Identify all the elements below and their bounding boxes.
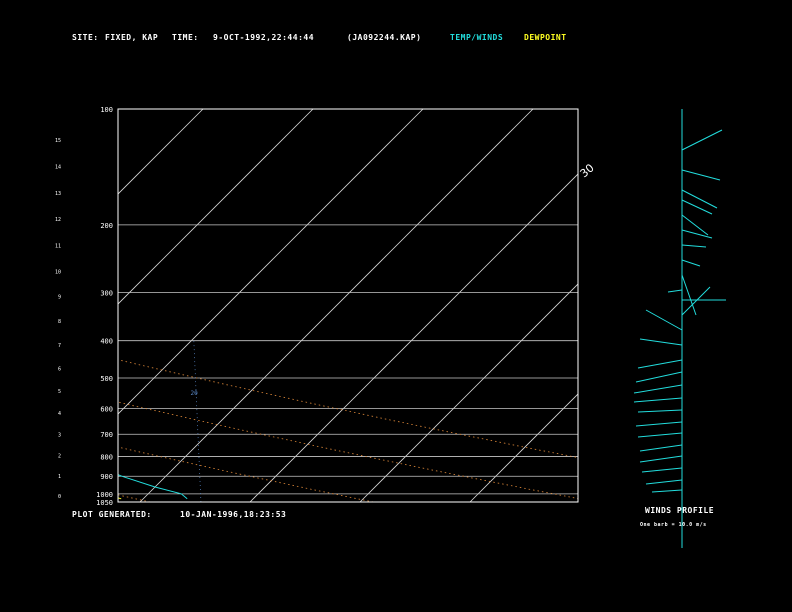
wind-barb bbox=[635, 421, 683, 427]
height-tick-label: 9 bbox=[58, 295, 61, 301]
isotherm-line bbox=[118, 109, 424, 415]
dry-adiabat-line bbox=[118, 401, 578, 499]
wind-barb bbox=[639, 455, 683, 463]
plot-frame bbox=[117, 108, 579, 503]
pressure-tick-label: 500 bbox=[100, 375, 113, 383]
wind-barb bbox=[637, 432, 683, 438]
height-tick-label: 15 bbox=[55, 138, 61, 144]
dry-adiabat-line bbox=[118, 359, 578, 458]
wind-barb bbox=[639, 444, 683, 452]
height-tick-label: 8 bbox=[58, 319, 61, 325]
file-name: (JA092244.KAP) bbox=[347, 33, 422, 42]
wind-barb bbox=[639, 338, 683, 346]
wind-barb bbox=[681, 199, 713, 215]
winds-profile-note: One barb = 10.0 m/s bbox=[640, 522, 707, 528]
wind-barb bbox=[637, 409, 683, 413]
pressure-tick-label: 400 bbox=[100, 338, 113, 346]
wind-barb bbox=[681, 169, 721, 181]
pressure-tick-label: 900 bbox=[100, 473, 113, 481]
height-tick-label: 14 bbox=[55, 164, 61, 170]
moist-adiabat-line bbox=[0, 262, 65, 502]
wind-barb bbox=[667, 289, 683, 293]
isotherm-line bbox=[0, 109, 93, 502]
isotherm-line bbox=[580, 109, 792, 502]
pressure-tick-label: 600 bbox=[100, 405, 113, 413]
isotherm-line bbox=[118, 109, 204, 195]
height-tick-label: 0 bbox=[58, 494, 61, 500]
isotherm-line bbox=[118, 109, 314, 305]
pressure-tick-label: 800 bbox=[100, 454, 113, 462]
height-tick-label: 2 bbox=[58, 453, 61, 459]
height-tick-label: 13 bbox=[55, 191, 61, 197]
wind-barb bbox=[637, 359, 683, 369]
plot-area bbox=[0, 109, 792, 502]
height-tick-label: 4 bbox=[58, 411, 61, 417]
legend-temp-winds: TEMP/WINDS bbox=[450, 33, 504, 42]
pressure-tick-label: 200 bbox=[100, 222, 113, 230]
moist-adiabat-line bbox=[0, 262, 10, 502]
height-tick-label: 11 bbox=[55, 244, 61, 250]
wind-barb bbox=[681, 286, 711, 316]
plot-generated-value: 10-JAN-1996,18:23:53 bbox=[180, 510, 287, 519]
time-value: 9-OCT-1992,22:44:44 bbox=[213, 33, 315, 42]
height-tick-label: 6 bbox=[58, 366, 61, 372]
height-tick-label: 1 bbox=[58, 474, 61, 480]
height-tick-label: 3 bbox=[58, 432, 61, 438]
wind-barb bbox=[641, 467, 683, 473]
pressure-tick-label: 1000 bbox=[96, 491, 113, 499]
wind-barb bbox=[635, 371, 683, 383]
isotherm-line bbox=[139, 109, 534, 502]
mixing-ratio-label: 20 bbox=[190, 390, 198, 397]
pressure-tick-label: 1050 bbox=[96, 499, 113, 507]
wind-barb bbox=[681, 214, 709, 236]
site-label: SITE: bbox=[72, 33, 99, 42]
plot-generated-label: PLOT GENERATED: bbox=[72, 510, 152, 519]
wind-barb bbox=[633, 397, 683, 403]
wind-barb bbox=[651, 489, 683, 493]
wind-barb bbox=[645, 479, 683, 485]
mixing-ratio-line bbox=[81, 341, 87, 502]
height-tick-label: 5 bbox=[58, 389, 61, 395]
site-value: FIXED, KAP bbox=[105, 33, 159, 42]
isotherm-line bbox=[469, 393, 578, 502]
wind-barb bbox=[633, 384, 683, 394]
right-temperature-label: 30 bbox=[578, 161, 597, 180]
mixing-ratio-line bbox=[193, 340, 202, 502]
pressure-tick-label: 100 bbox=[100, 106, 113, 114]
dry-adiabat-line bbox=[118, 494, 151, 502]
height-tick-label: 12 bbox=[55, 217, 61, 223]
skewt-chart: 1002003004005006007008009001000105015141… bbox=[0, 106, 792, 548]
pressure-tick-label: 700 bbox=[100, 431, 113, 439]
time-label: TIME: bbox=[172, 33, 199, 42]
temperature-profile-line bbox=[118, 474, 188, 500]
wind-barb bbox=[681, 274, 697, 316]
winds-profile-title: WINDS PROFILE bbox=[645, 506, 715, 515]
pressure-tick-label: 300 bbox=[100, 290, 113, 298]
legend-dewpoint: DEWPOINT bbox=[524, 33, 567, 42]
height-tick-label: 7 bbox=[58, 343, 61, 349]
isotherm-line bbox=[359, 283, 578, 502]
wind-barb bbox=[681, 259, 701, 267]
height-tick-label: 10 bbox=[55, 269, 61, 275]
wind-barb bbox=[681, 244, 707, 248]
wind-barb bbox=[681, 189, 718, 209]
wind-barb bbox=[645, 309, 683, 331]
wind-barb bbox=[681, 129, 723, 151]
